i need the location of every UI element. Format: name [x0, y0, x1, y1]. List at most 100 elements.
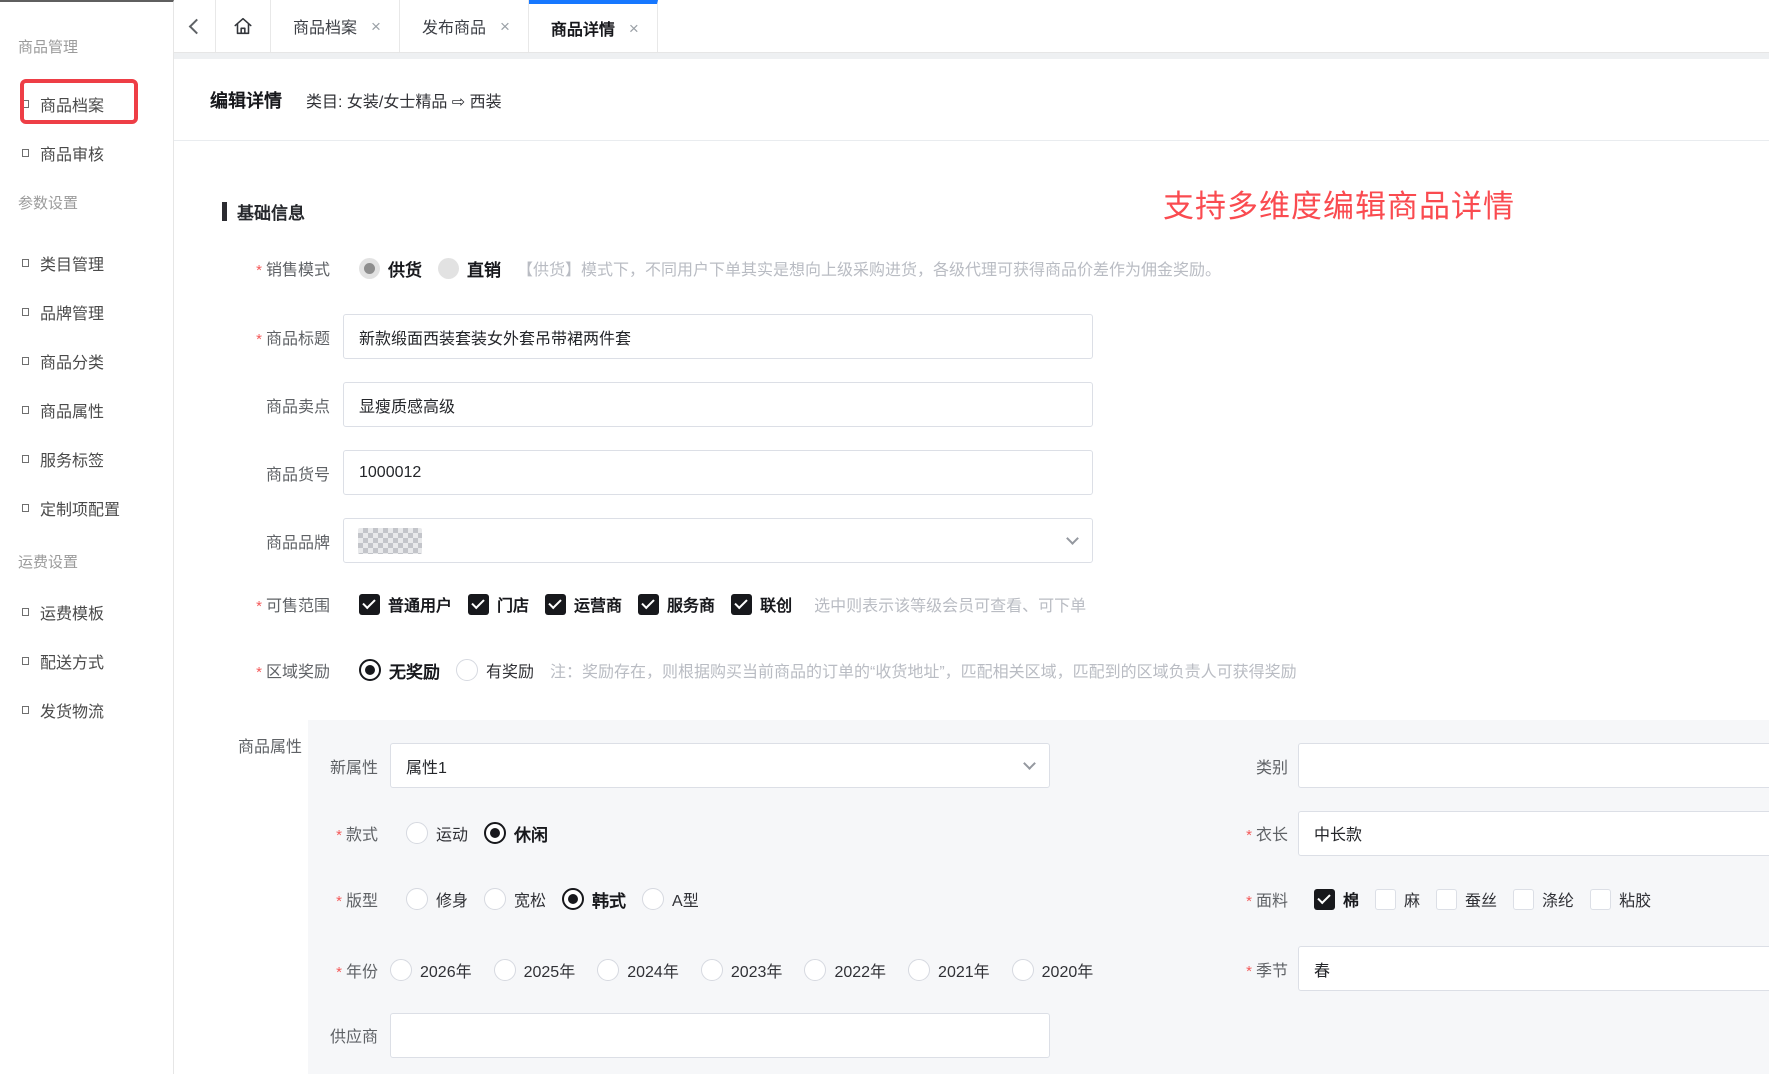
checkbox-fabric-viscose[interactable]: 粘胶	[1590, 887, 1651, 911]
product-title-input[interactable]: 新款缎面西装套装女外套吊带裙两件套	[343, 314, 1093, 359]
page-title: 编辑详情	[210, 87, 282, 113]
checkbox-unchecked-icon	[1375, 889, 1396, 910]
radio-unselected-icon	[642, 888, 664, 910]
sidebar-item-label: 运费模板	[40, 600, 104, 624]
sidebar-group-params: 参数设置 类目管理 品牌管理 商品分类 商品属性 服务标签	[0, 192, 174, 532]
season-input[interactable]: 春	[1298, 946, 1769, 991]
checkbox-checked-icon	[545, 594, 566, 615]
radio-fit-slim[interactable]: 修身	[406, 887, 468, 911]
sidebar-item-label: 发货物流	[40, 698, 104, 722]
sidebar-item-service-tag[interactable]: 服务标签	[0, 434, 174, 483]
checkbox-label: 粘胶	[1619, 887, 1651, 911]
section-title-text: 基础信息	[237, 199, 305, 224]
close-icon[interactable]: ×	[371, 18, 381, 35]
category-input[interactable]	[1298, 743, 1769, 788]
sidebar-item-shipping-logistics[interactable]: 发货物流	[0, 685, 174, 734]
radio-year-2020[interactable]: 2020年	[1012, 958, 1094, 982]
checkbox-unchecked-icon	[1513, 889, 1534, 910]
checkbox-fabric-linen[interactable]: 麻	[1375, 887, 1420, 911]
square-bullet-icon	[22, 100, 29, 108]
checkbox-label: 门店	[497, 592, 529, 616]
sidebar-item-delivery-method[interactable]: 配送方式	[0, 636, 174, 685]
checkbox-normal-user[interactable]: 普通用户	[359, 592, 452, 616]
radio-unselected-icon	[1012, 959, 1034, 981]
field-label: 区域奖励	[180, 658, 330, 682]
checkbox-checked-icon	[1314, 889, 1335, 910]
radio-unselected-icon	[456, 659, 478, 681]
home-tab[interactable]	[216, 0, 271, 52]
radio-unselected-icon	[597, 959, 619, 981]
item-number-input[interactable]: 1000012	[343, 450, 1093, 495]
sidebar-item-product-attr[interactable]: 商品属性	[0, 385, 174, 434]
field-label: 年份	[250, 958, 378, 982]
square-bullet-icon	[22, 149, 29, 157]
radio-style-casual[interactable]: 休闲	[484, 821, 548, 846]
checkbox-fabric-cotton[interactable]: 棉	[1314, 887, 1359, 911]
field-label: 面料	[1150, 887, 1288, 911]
close-icon[interactable]: ×	[500, 18, 510, 35]
row-sale-scope: 可售范围 普通用户 门店 运营商 服务商 联创 选中则表示该等级会员可查看、可下…	[180, 581, 1086, 627]
radio-year-2026[interactable]: 2026年	[390, 958, 472, 982]
radio-selected-icon	[484, 822, 506, 844]
garment-length-input[interactable]: 中长款	[1298, 811, 1769, 856]
radio-direct-mode[interactable]: 直销	[438, 256, 501, 281]
radio-year-2024[interactable]: 2024年	[597, 958, 679, 982]
field-label: 版型	[250, 887, 378, 911]
sidebar-item-label: 配送方式	[40, 649, 104, 673]
radio-label: 有奖励	[486, 658, 534, 682]
radio-label: 直销	[467, 256, 501, 281]
selling-point-input[interactable]: 显瘦质感高级	[343, 382, 1093, 427]
radio-year-2023[interactable]: 2023年	[701, 958, 783, 982]
field-label: 商品卖点	[180, 393, 330, 417]
radio-unselected-icon	[701, 959, 723, 981]
radio-no-reward[interactable]: 无奖励	[359, 658, 440, 683]
radio-selected-icon	[562, 888, 584, 910]
checkbox-operator[interactable]: 运营商	[545, 592, 622, 616]
brand-select[interactable]	[343, 518, 1093, 563]
radio-label: 2021年	[938, 958, 990, 982]
close-icon[interactable]: ×	[629, 20, 639, 37]
radio-year-2022[interactable]: 2022年	[804, 958, 886, 982]
radio-supply-mode[interactable]: 供货	[359, 256, 422, 281]
checkbox-store[interactable]: 门店	[468, 592, 529, 616]
sidebar-item-category-mgmt[interactable]: 类目管理	[0, 238, 174, 287]
radio-style-sport[interactable]: 运动	[406, 821, 468, 845]
new-attribute-select[interactable]: 属性1	[390, 743, 1050, 788]
checkbox-co-founder[interactable]: 联创	[731, 592, 792, 616]
sidebar-item-brand-mgmt[interactable]: 品牌管理	[0, 287, 174, 336]
tab-label: 商品档案	[293, 14, 357, 38]
red-annotation-text: 支持多维度编辑商品详情	[1163, 181, 1515, 226]
sidebar-item-custom-config[interactable]: 定制项配置	[0, 483, 174, 532]
radio-fit-a-line[interactable]: A型	[642, 887, 699, 911]
row-season: 季节 春	[1150, 946, 1769, 991]
radio-fit-loose[interactable]: 宽松	[484, 887, 546, 911]
field-label: 商品标题	[180, 325, 330, 349]
tab-bar: 商品档案 × 发布商品 × 商品详情 ×	[174, 0, 1769, 53]
sidebar-item-freight-template[interactable]: 运费模板	[0, 587, 174, 636]
row-year: 年份 2026年 2025年 2024年 2023年 2022年 2021年 2…	[250, 947, 1093, 993]
home-icon	[232, 15, 254, 37]
sidebar-item-label: 类目管理	[40, 251, 104, 275]
radio-unselected-icon	[804, 959, 826, 981]
checkbox-service-provider[interactable]: 服务商	[638, 592, 715, 616]
radio-label: 休闲	[514, 821, 548, 846]
radio-unselected-icon	[494, 959, 516, 981]
radio-year-2021[interactable]: 2021年	[908, 958, 990, 982]
row-new-attribute: 新属性 属性1	[250, 743, 1050, 788]
field-label: 类别	[1150, 754, 1288, 778]
select-value: 属性1	[406, 754, 447, 778]
checkbox-fabric-polyester[interactable]: 涤纶	[1513, 887, 1574, 911]
radio-has-reward[interactable]: 有奖励	[456, 658, 534, 682]
sidebar-item-product-class[interactable]: 商品分类	[0, 336, 174, 385]
tab-publish-product[interactable]: 发布商品 ×	[400, 0, 529, 52]
sidebar-item-product-archive[interactable]: 商品档案	[0, 79, 174, 128]
tab-product-detail[interactable]: 商品详情 ×	[529, 0, 658, 52]
radio-year-2025[interactable]: 2025年	[494, 958, 576, 982]
radio-fit-korean[interactable]: 韩式	[562, 887, 626, 912]
sidebar-item-product-review[interactable]: 商品审核	[0, 128, 174, 177]
tabs-back-button[interactable]	[174, 0, 216, 52]
checkbox-checked-icon	[638, 594, 659, 615]
checkbox-fabric-silk[interactable]: 蚕丝	[1436, 887, 1497, 911]
tab-product-archive[interactable]: 商品档案 ×	[271, 0, 400, 52]
supplier-input[interactable]	[390, 1013, 1050, 1058]
